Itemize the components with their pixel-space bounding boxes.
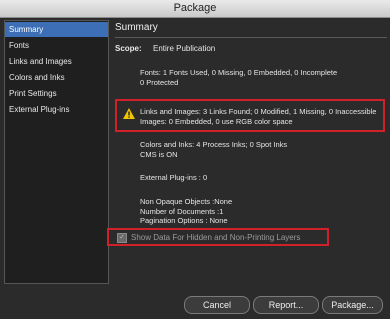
divider — [115, 37, 387, 38]
sidebar-item-print-settings[interactable]: Print Settings — [5, 86, 108, 101]
show-hidden-layers-label[interactable]: Show Data For Hidden and Non-Printing La… — [131, 233, 300, 242]
show-hidden-layers-checkbox[interactable]: ✓ — [117, 233, 127, 243]
scope-label: Scope: — [115, 44, 142, 53]
sidebar: Summary Fonts Links and Images Colors an… — [4, 20, 109, 284]
warning-icon — [123, 108, 135, 119]
fonts-summary: Fonts: 1 Fonts Used, 0 Missing, 0 Embedd… — [140, 68, 338, 87]
other-summary: Non Opaque Objects :None Number of Docum… — [140, 197, 233, 225]
sidebar-item-summary[interactable]: Summary — [5, 22, 108, 37]
colors-summary: Colors and Inks: 4 Process Inks; 0 Spot … — [140, 140, 288, 159]
panel-heading: Summary — [115, 22, 158, 33]
sidebar-item-links-images[interactable]: Links and Images — [5, 54, 108, 69]
window-title: Package — [0, 0, 390, 18]
links-warning-highlight: Links and Images: 3 Links Found; 0 Modif… — [115, 99, 385, 132]
sidebar-item-fonts[interactable]: Fonts — [5, 38, 108, 53]
links-summary: Links and Images: 3 Links Found; 0 Modif… — [140, 107, 377, 126]
package-button[interactable]: Package... — [322, 296, 383, 314]
sidebar-item-external-plugins[interactable]: External Plug-ins — [5, 102, 108, 117]
scope-value: Entire Publication — [153, 44, 216, 53]
summary-panel: Summary Scope: Entire Publication Fonts:… — [107, 20, 387, 282]
cancel-button[interactable]: Cancel — [184, 296, 250, 314]
plugins-summary: External Plug-ins : 0 — [140, 173, 208, 182]
show-hidden-layers-highlight: ✓ Show Data For Hidden and Non-Printing … — [107, 228, 329, 246]
sidebar-item-colors-inks[interactable]: Colors and Inks — [5, 70, 108, 85]
report-button[interactable]: Report... — [253, 296, 319, 314]
